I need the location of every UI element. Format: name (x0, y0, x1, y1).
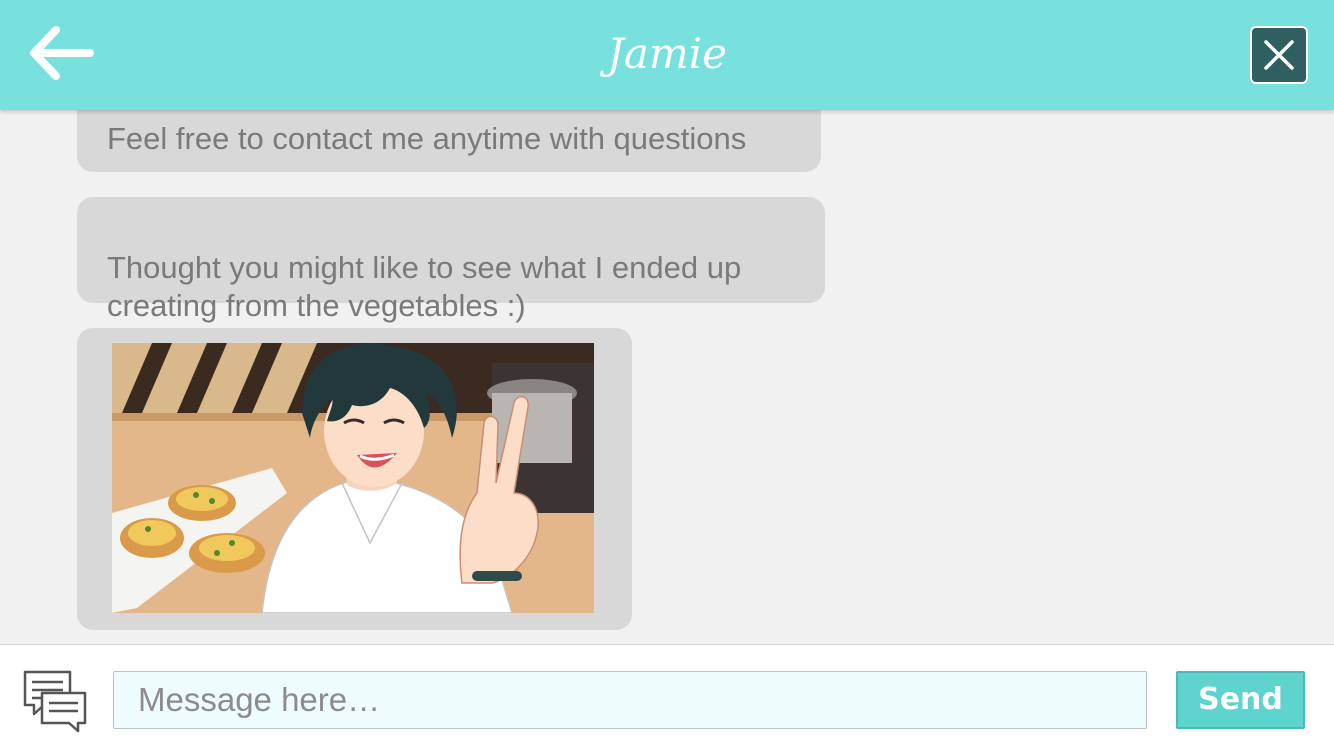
message-composer: Send (0, 644, 1334, 750)
message-text: Feel free to contact me anytime with que… (107, 121, 747, 156)
chat-bubbles-icon (23, 670, 87, 733)
message-list[interactable]: Feel free to contact me anytime with que… (0, 110, 1334, 644)
message-bubble: Thought you might like to see what I end… (77, 197, 825, 323)
message-text: Thought you might like to see what I end… (107, 250, 742, 323)
contact-name-title: Jamie (607, 29, 727, 78)
close-icon (1264, 40, 1294, 70)
close-button[interactable] (1250, 26, 1308, 84)
shared-photo[interactable] (112, 343, 594, 613)
message-input[interactable] (113, 671, 1147, 729)
image-message-bubble (77, 328, 632, 630)
message-bubble: Feel free to contact me anytime with que… (77, 110, 821, 172)
chat-header: Jamie (0, 0, 1334, 110)
send-button[interactable]: Send (1176, 671, 1305, 729)
